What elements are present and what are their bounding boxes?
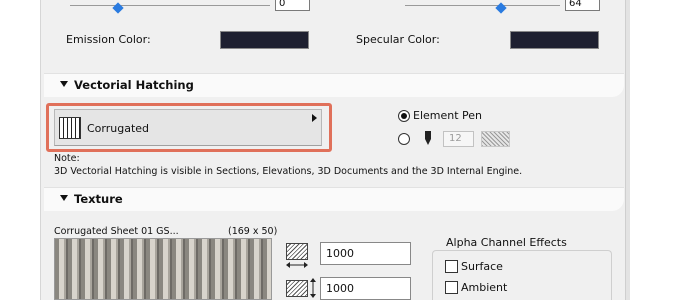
texture-width-icon bbox=[286, 243, 308, 260]
surface-label: Surface bbox=[461, 260, 503, 273]
pen-number-field[interactable]: 12 bbox=[443, 131, 474, 147]
note-text: 3D Vectorial Hatching is visible in Sect… bbox=[54, 166, 523, 177]
vertical-arrow-icon bbox=[310, 278, 316, 298]
texture-name: Corrugated Sheet 01 GS... bbox=[54, 226, 179, 237]
emission-color-swatch[interactable] bbox=[220, 31, 309, 49]
element-pen-radio[interactable] bbox=[398, 110, 410, 122]
specular-slider[interactable] bbox=[405, 2, 560, 14]
texture-width-input[interactable]: 1000 bbox=[320, 242, 411, 265]
section-title: Texture bbox=[74, 192, 123, 206]
texture-height-input[interactable]: 1000 bbox=[320, 277, 411, 300]
outer-background bbox=[630, 0, 694, 300]
alpha-channel-group bbox=[432, 250, 612, 300]
ambient-checkbox[interactable] bbox=[445, 281, 458, 294]
specular-color-swatch[interactable] bbox=[510, 31, 599, 49]
vectorial-hatching-header[interactable]: Vectorial Hatching bbox=[44, 73, 624, 97]
emission-slider[interactable] bbox=[70, 2, 270, 14]
element-pen-label: Element Pen bbox=[413, 109, 483, 122]
note-title: Note: bbox=[54, 153, 80, 164]
highlight-frame bbox=[46, 103, 332, 152]
alpha-group-label: Alpha Channel Effects bbox=[444, 236, 569, 249]
texture-height-icon bbox=[286, 280, 308, 297]
surface-checkbox[interactable] bbox=[445, 260, 458, 273]
emission-value-field[interactable]: 0 bbox=[275, 0, 310, 11]
horizontal-arrow-icon bbox=[286, 262, 308, 268]
ambient-label: Ambient bbox=[461, 281, 508, 294]
collapse-triangle-icon bbox=[60, 81, 68, 87]
specular-color-label: Specular Color: bbox=[356, 33, 440, 46]
collapse-triangle-icon bbox=[60, 195, 68, 201]
texture-preview-image[interactable] bbox=[54, 238, 272, 300]
emission-color-label: Emission Color: bbox=[66, 33, 151, 46]
pen-icon bbox=[425, 131, 431, 145]
section-title: Vectorial Hatching bbox=[74, 78, 194, 92]
pen-pattern-swatch[interactable] bbox=[481, 131, 510, 147]
custom-pen-radio[interactable] bbox=[398, 133, 410, 145]
texture-size: (169 x 50) bbox=[228, 226, 278, 237]
specular-value-field[interactable]: 64 bbox=[565, 0, 600, 11]
texture-header[interactable]: Texture bbox=[44, 187, 624, 211]
